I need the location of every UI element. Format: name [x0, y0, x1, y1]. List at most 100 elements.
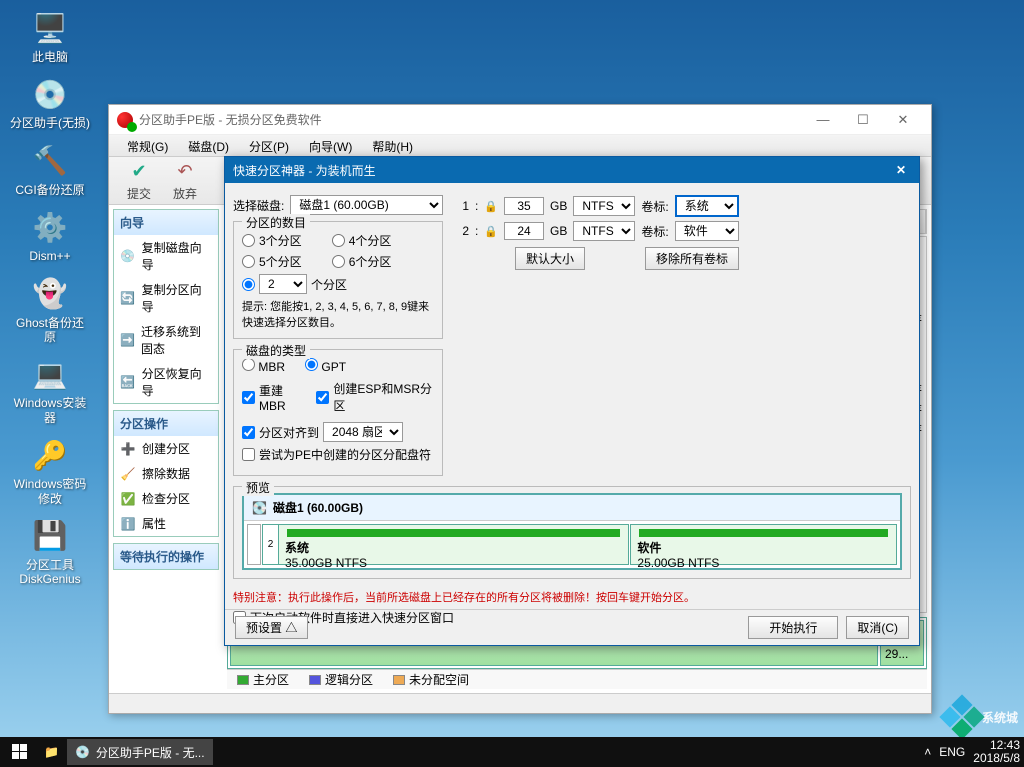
- start-button[interactable]: [4, 739, 36, 765]
- legend: 主分区 逻辑分区 未分配空间: [227, 669, 927, 689]
- wizard-copy-partition[interactable]: 🔄复制分区向导: [114, 277, 218, 319]
- align-value-select[interactable]: 2048 扇区: [323, 422, 403, 442]
- window-title: 分区助手PE版 - 无损分区免费软件: [139, 111, 322, 128]
- toolbar-discard[interactable]: ↶放弃: [163, 159, 207, 202]
- computer-icon: 💻: [32, 356, 68, 392]
- toolbar-apply[interactable]: ✔提交: [117, 159, 161, 202]
- checkbox-rebuild-mbr[interactable]: 重建MBR: [242, 380, 304, 414]
- menu-help[interactable]: 帮助(H): [362, 135, 423, 156]
- select-disk-dropdown[interactable]: 磁盘1 (60.00GB): [290, 195, 443, 215]
- app-icon: [117, 112, 133, 128]
- partition-1-size[interactable]: [504, 197, 544, 215]
- cancel-button[interactable]: 取消(C): [846, 616, 909, 639]
- quick-partition-dialog: 快速分区神器 - 为装机而生 ✕ 选择磁盘: 磁盘1 (60.00GB) 分区的…: [224, 156, 920, 646]
- partition-copy-icon: 🔄: [120, 290, 136, 306]
- add-icon: ➕: [120, 441, 136, 457]
- desktop-icon-dism[interactable]: ⚙️Dism++: [10, 209, 90, 263]
- preview-partition-2[interactable]: 软件25.00GB NTFS: [630, 524, 897, 565]
- wizard-copy-disk[interactable]: 💿复制磁盘向导: [114, 235, 218, 277]
- checkbox-assign-letter[interactable]: 尝试为PE中创建的分区分配盘符: [242, 446, 434, 463]
- desktop-icon-partition-assistant[interactable]: 💿分区助手(无损): [10, 76, 90, 130]
- properties-icon: ℹ️: [120, 516, 136, 532]
- maximize-button[interactable]: ☐: [843, 108, 883, 132]
- preview-disk: 💽磁盘1 (60.00GB) 2 系统35.00GB NTFS 软件25.00G…: [242, 493, 902, 570]
- hint-text: 提示: 您能按1, 2, 3, 4, 5, 6, 7, 8, 9键来快速选择分区…: [242, 298, 434, 330]
- disk-icon: 💾: [32, 518, 68, 554]
- window-titlebar[interactable]: 分区助手PE版 - 无损分区免费软件 — ☐ ✕: [109, 105, 931, 135]
- start-button[interactable]: 开始执行: [748, 616, 838, 639]
- check-icon: ✅: [120, 491, 136, 507]
- menu-wizard[interactable]: 向导(W): [299, 135, 362, 156]
- chevron-icon: △: [285, 621, 297, 635]
- partition-2-fs[interactable]: NTFS: [573, 221, 635, 241]
- radio-3-partitions[interactable]: 3个分区: [242, 232, 302, 249]
- gear-icon: ⚙️: [32, 209, 68, 245]
- menu-partition[interactable]: 分区(P): [239, 135, 299, 156]
- partition-1-fs[interactable]: NTFS: [573, 196, 635, 216]
- clock[interactable]: 12:43 2018/5/8: [973, 739, 1020, 765]
- desktop-icon-this-pc[interactable]: 🖥️此电脑: [10, 10, 90, 64]
- taskbar-app-partition-assistant[interactable]: 💿 分区助手PE版 - 无...: [67, 739, 213, 765]
- group-pending: 等待执行的操作: [113, 543, 219, 570]
- default-size-button[interactable]: 默认大小: [515, 247, 585, 270]
- desktop-icon-ghost-backup[interactable]: 👻Ghost备份还原: [10, 276, 90, 345]
- partition-2-size[interactable]: [504, 222, 544, 240]
- op-properties[interactable]: ℹ️属性: [114, 511, 218, 536]
- desktop-icon-diskgenius[interactable]: 💾分区工具 DiskGenius: [10, 518, 90, 587]
- radio-5-partitions[interactable]: 5个分区: [242, 253, 302, 270]
- preview-partition-1[interactable]: 2 系统35.00GB NTFS: [262, 524, 629, 565]
- close-button[interactable]: ✕: [883, 108, 923, 132]
- radio-6-partitions[interactable]: 6个分区: [332, 253, 392, 270]
- group-title: 分区操作: [114, 411, 218, 436]
- partition-1-label[interactable]: 系统: [675, 195, 739, 217]
- minimize-button[interactable]: —: [803, 108, 843, 132]
- legend-logical-icon: [309, 675, 321, 685]
- desktop-icon-windows-installer[interactable]: 💻Windows安装器: [10, 356, 90, 425]
- wizard-recover-partition[interactable]: 🔙分区恢复向导: [114, 361, 218, 403]
- disk-copy-icon: 💿: [120, 248, 136, 264]
- op-create-partition[interactable]: ➕创建分区: [114, 436, 218, 461]
- erase-icon: 🧹: [120, 466, 136, 482]
- folder-icon: 📁: [44, 745, 59, 759]
- op-check-partition[interactable]: ✅检查分区: [114, 486, 218, 511]
- hammer-icon: 🔨: [32, 143, 68, 179]
- disk-type-label: 磁盘的类型: [242, 342, 310, 359]
- menu-disk[interactable]: 磁盘(D): [178, 135, 239, 156]
- group-title: 等待执行的操作: [114, 544, 218, 569]
- partition-count-label: 分区的数目: [242, 214, 310, 231]
- radio-custom-partitions[interactable]: 2 个分区: [242, 274, 347, 294]
- system-tray[interactable]: ˄ ENG 12:43 2018/5/8: [924, 739, 1020, 765]
- left-panel: 向导 💿复制磁盘向导 🔄复制分区向导 ➡️迁移系统到固态 🔙分区恢复向导 分区操…: [109, 205, 223, 693]
- radio-gpt[interactable]: GPT: [305, 358, 346, 374]
- radio-mbr[interactable]: MBR: [242, 358, 285, 374]
- group-title: 向导: [114, 210, 218, 235]
- lock-icon[interactable]: 🔒: [484, 200, 498, 213]
- menu-general[interactable]: 常规(G): [117, 135, 178, 156]
- chevron-up-icon[interactable]: ˄: [924, 745, 931, 759]
- check-icon: ✔: [127, 159, 151, 183]
- desktop-icon-cgi-backup[interactable]: 🔨CGI备份还原: [10, 143, 90, 197]
- remove-labels-button[interactable]: 移除所有卷标: [645, 247, 739, 270]
- disc-icon: 💿: [32, 76, 68, 112]
- dialog-titlebar[interactable]: 快速分区神器 - 为装机而生 ✕: [225, 157, 919, 183]
- radio-4-partitions[interactable]: 4个分区: [332, 232, 392, 249]
- menu-bar: 常规(G) 磁盘(D) 分区(P) 向导(W) 帮助(H): [109, 135, 931, 157]
- recover-icon: 🔙: [120, 374, 136, 390]
- select-disk-label: 选择磁盘:: [233, 197, 284, 214]
- dialog-close-button[interactable]: ✕: [891, 163, 911, 177]
- taskbar-file-explorer[interactable]: 📁: [36, 739, 67, 765]
- dialog-title: 快速分区神器 - 为装机而生: [233, 162, 376, 179]
- desktop-icon-password-reset[interactable]: 🔑Windows密码修改: [10, 437, 90, 506]
- undo-icon: ↶: [173, 159, 197, 183]
- watermark-icon: [939, 694, 984, 739]
- wizard-migrate-os[interactable]: ➡️迁移系统到固态: [114, 319, 218, 361]
- disk-icon: 💽: [252, 501, 267, 515]
- checkbox-align[interactable]: 分区对齐到: [242, 424, 319, 441]
- op-wipe-data[interactable]: 🧹擦除数据: [114, 461, 218, 486]
- language-indicator[interactable]: ENG: [939, 745, 965, 759]
- custom-count-select[interactable]: 2: [259, 274, 307, 294]
- checkbox-create-esp-msr[interactable]: 创建ESP和MSR分区: [316, 380, 434, 414]
- preset-button[interactable]: 预设置 △: [235, 616, 308, 639]
- partition-2-label[interactable]: 软件: [675, 221, 739, 241]
- lock-icon[interactable]: 🔒: [484, 225, 498, 238]
